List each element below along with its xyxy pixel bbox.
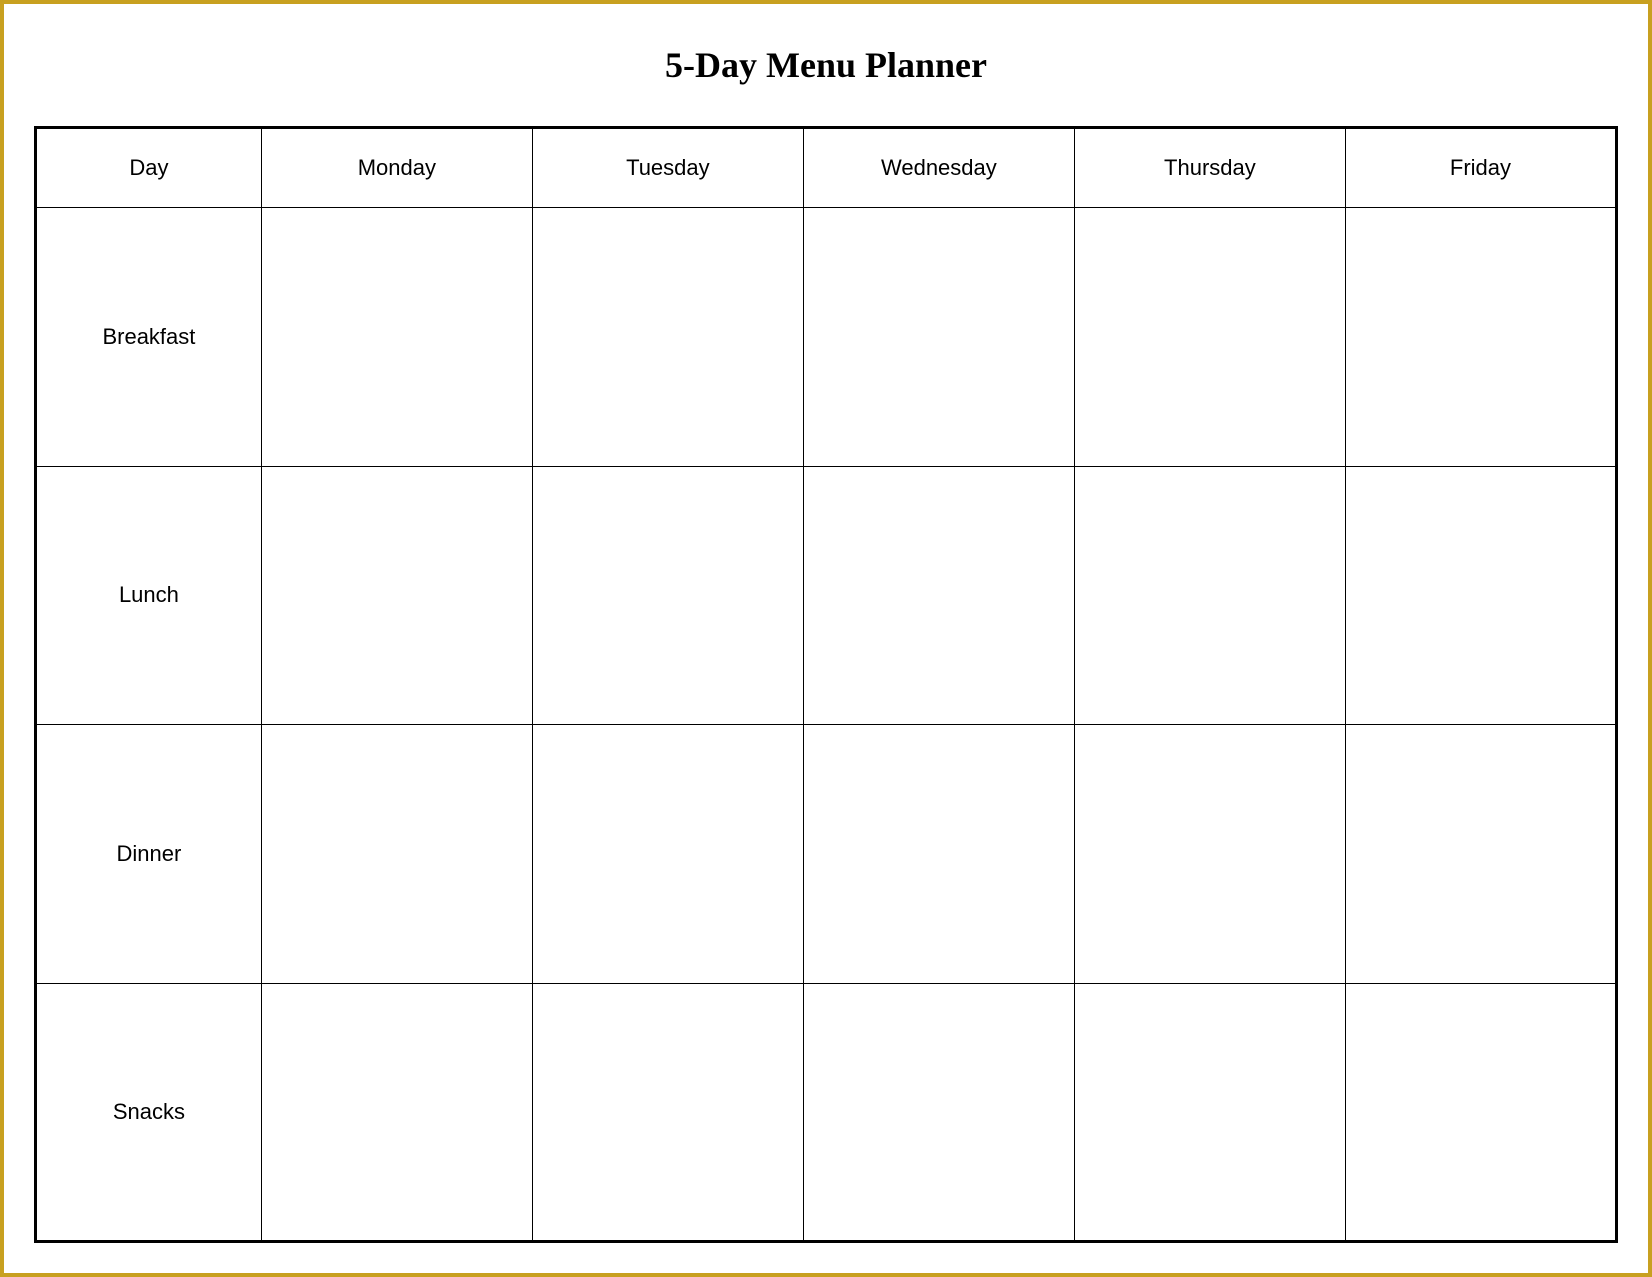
- meal-cell-lunch-friday[interactable]: [1345, 466, 1616, 725]
- meal-cell-snacks-wednesday[interactable]: [803, 983, 1074, 1242]
- meal-row: Dinner: [36, 725, 1617, 984]
- meal-cell-lunch-thursday[interactable]: [1074, 466, 1345, 725]
- meal-row: Breakfast: [36, 208, 1617, 467]
- meal-cell-dinner-friday[interactable]: [1345, 725, 1616, 984]
- col-header-wednesday: Wednesday: [803, 128, 1074, 208]
- meal-cell-dinner-monday[interactable]: [261, 725, 532, 984]
- meal-cell-snacks-monday[interactable]: [261, 983, 532, 1242]
- meal-cell-breakfast-thursday[interactable]: [1074, 208, 1345, 467]
- meal-cell-breakfast-tuesday[interactable]: [532, 208, 803, 467]
- meal-row: Snacks: [36, 983, 1617, 1242]
- col-header-friday: Friday: [1345, 128, 1616, 208]
- meal-cell-lunch-monday[interactable]: [261, 466, 532, 725]
- meal-label-breakfast: Breakfast: [36, 208, 262, 467]
- meal-cell-snacks-friday[interactable]: [1345, 983, 1616, 1242]
- meal-cell-breakfast-wednesday[interactable]: [803, 208, 1074, 467]
- header-row: Day Monday Tuesday Wednesday Thursday Fr…: [36, 128, 1617, 208]
- meal-label-lunch: Lunch: [36, 466, 262, 725]
- meal-cell-dinner-thursday[interactable]: [1074, 725, 1345, 984]
- meal-cell-snacks-tuesday[interactable]: [532, 983, 803, 1242]
- meal-cell-snacks-thursday[interactable]: [1074, 983, 1345, 1242]
- col-header-thursday: Thursday: [1074, 128, 1345, 208]
- page-title: 5-Day Menu Planner: [665, 44, 987, 86]
- col-header-monday: Monday: [261, 128, 532, 208]
- meal-cell-lunch-wednesday[interactable]: [803, 466, 1074, 725]
- col-header-day: Day: [36, 128, 262, 208]
- meal-label-snacks: Snacks: [36, 983, 262, 1242]
- meal-row: Lunch: [36, 466, 1617, 725]
- meal-cell-dinner-tuesday[interactable]: [532, 725, 803, 984]
- meal-cell-breakfast-monday[interactable]: [261, 208, 532, 467]
- meal-cell-lunch-tuesday[interactable]: [532, 466, 803, 725]
- meal-label-dinner: Dinner: [36, 725, 262, 984]
- meal-cell-dinner-wednesday[interactable]: [803, 725, 1074, 984]
- meal-cell-breakfast-friday[interactable]: [1345, 208, 1616, 467]
- menu-planner-table: Day Monday Tuesday Wednesday Thursday Fr…: [34, 126, 1618, 1243]
- col-header-tuesday: Tuesday: [532, 128, 803, 208]
